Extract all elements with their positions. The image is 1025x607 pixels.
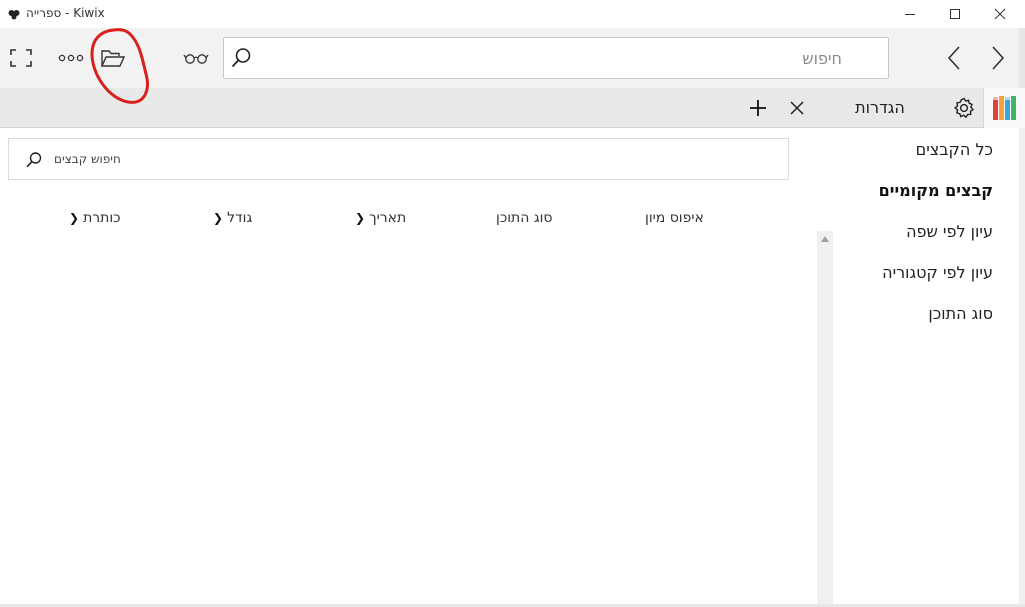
library-icon [993, 96, 1016, 120]
window-title: ספרייה - Kiwix [26, 6, 105, 20]
close-tab-button[interactable] [784, 95, 810, 121]
back-icon [947, 46, 960, 70]
window-close-icon [994, 8, 1006, 20]
minimize-icon [905, 14, 915, 15]
search-input[interactable] [254, 38, 874, 78]
window-edge [1019, 128, 1025, 607]
fullscreen-icon [10, 49, 32, 67]
column-header-content-type[interactable]: סוג התוכן [496, 210, 553, 226]
more-button[interactable] [55, 46, 87, 70]
gear-icon [954, 97, 975, 119]
tab-library[interactable] [983, 88, 1025, 128]
window-close-button[interactable] [977, 0, 1023, 28]
tab-settings[interactable]: הגדרות [840, 98, 920, 117]
content-type-label: סוג התוכן [496, 210, 553, 226]
files-search-box[interactable] [8, 138, 789, 180]
kiwix-logo-icon [8, 10, 20, 20]
date-label: תאריך [369, 210, 407, 226]
size-label: גודל [227, 210, 253, 226]
minimize-button[interactable] [887, 0, 933, 28]
back-button[interactable] [938, 42, 970, 74]
vertical-scrollbar[interactable] [817, 231, 833, 607]
column-header-title[interactable]: כותרת ❮ [69, 210, 121, 226]
files-search-input[interactable] [54, 139, 754, 179]
reading-glasses-icon [183, 54, 209, 64]
annotation-circle [90, 28, 149, 104]
search-icon [231, 48, 251, 68]
reset-sort-label: איפוס מיון [645, 210, 704, 226]
maximize-button[interactable] [932, 0, 978, 28]
scroll-up-button[interactable] [817, 231, 833, 247]
reset-sort-button[interactable]: איפוס מיון [645, 210, 704, 226]
new-tab-button[interactable] [744, 95, 772, 121]
column-header-size[interactable]: גודל ❮ [213, 210, 252, 226]
nav-item-content-type[interactable]: סוג התוכן [928, 304, 993, 323]
title-bar: ספרייה - Kiwix [0, 0, 1025, 28]
nav-item-browse-by-category[interactable]: עיון לפי קטגוריה [882, 263, 993, 282]
settings-tab-button[interactable] [950, 94, 978, 122]
close-icon [790, 101, 804, 115]
sort-chevron-icon: ❮ [213, 211, 224, 225]
nav-item-browse-by-language[interactable]: עיון לפי שפה [906, 222, 993, 241]
fullscreen-button[interactable] [6, 46, 36, 70]
scroll-up-icon [821, 236, 829, 242]
more-icon [58, 54, 84, 62]
reading-mode-button[interactable] [180, 46, 212, 70]
maximize-icon [950, 9, 960, 19]
sort-chevron-icon: ❮ [355, 211, 366, 225]
column-headers: איפוס מיון סוג התוכן תאריך ❮ גודל ❮ כותר… [0, 205, 800, 235]
search-box[interactable] [223, 37, 889, 79]
title-label: כותרת [83, 210, 121, 226]
window-edge [1019, 28, 1025, 88]
forward-icon [992, 46, 1005, 70]
forward-button[interactable] [982, 42, 1014, 74]
nav-item-local-files[interactable]: קבצים מקומיים [879, 181, 993, 200]
nav-item-all-files[interactable]: כל הקבצים [916, 140, 993, 159]
library-nav: כל הקבצים קבצים מקומיים עיון לפי שפה עיו… [835, 128, 1025, 607]
kiwix-window: ספרייה - Kiwix חיפוש הגדרות חיפוש קבצים … [0, 0, 1025, 607]
files-search-icon [26, 152, 42, 168]
sort-chevron-icon: ❮ [69, 211, 80, 225]
column-header-date[interactable]: תאריך ❮ [355, 210, 406, 226]
add-tab-icon [750, 100, 766, 116]
